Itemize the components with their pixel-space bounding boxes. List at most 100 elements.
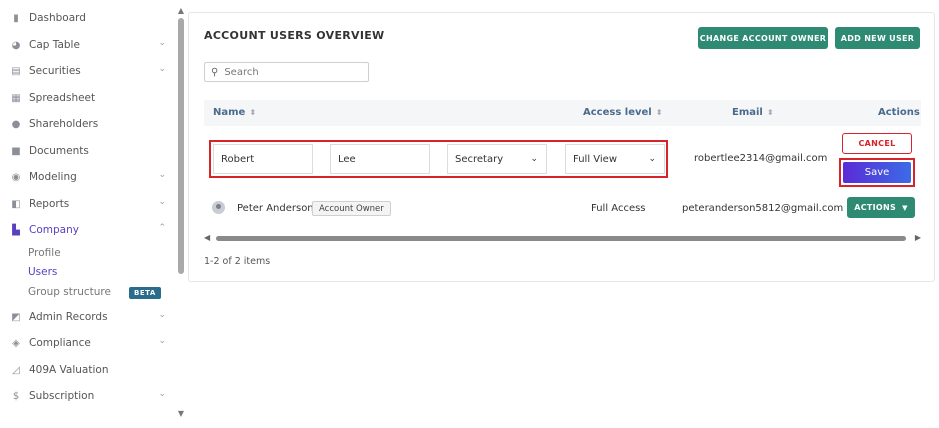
chevron-up-icon: ⌃: [158, 223, 166, 233]
scroll-up-icon[interactable]: ▲: [176, 6, 186, 15]
dollar-icon: $: [12, 390, 20, 402]
add-new-user-button[interactable]: ADD NEW USER: [835, 27, 920, 49]
sidebar-item-label: 409A Valuation: [29, 364, 109, 376]
sidebar-item-label: Cap Table: [29, 39, 80, 51]
lightbulb-icon: ◉: [11, 171, 21, 183]
sidebar-item-label: Company: [29, 224, 79, 236]
sort-icon: ⬍: [766, 108, 774, 117]
chevron-down-icon: ⌄: [158, 38, 166, 48]
chevron-down-icon: ⌄: [158, 389, 166, 399]
sort-icon: ⬍: [249, 108, 257, 117]
chevron-down-icon: ⌄: [158, 336, 166, 346]
last-name-field[interactable]: Lee: [330, 144, 430, 174]
page-title: ACCOUNT USERS OVERVIEW: [204, 29, 385, 42]
actions-label: ACTIONS: [854, 203, 897, 212]
sidebar-item-label: Documents: [29, 145, 89, 157]
column-header-label: Name: [213, 107, 246, 118]
account-users-card: ACCOUNT USERS OVERVIEW CHANGE ACCOUNT OW…: [188, 12, 935, 282]
sidebar-subitem-profile[interactable]: Profile: [28, 247, 61, 259]
sidebar-item-label: Subscription: [29, 390, 95, 402]
sidebar-item-company[interactable]: ▙ Company ⌃: [10, 220, 170, 240]
search-icon: ⚲: [211, 66, 219, 78]
person-icon: ●: [11, 118, 21, 130]
role-select-value: Secretary: [455, 153, 504, 165]
sidebar-item-documents[interactable]: ■ Documents: [10, 141, 170, 161]
scroll-left-icon[interactable]: ◀: [204, 233, 210, 242]
sidebar-item-subscription[interactable]: $ Subscription ⌄: [10, 386, 170, 406]
sidebar: ▮ Dashboard ◕ Cap Table ⌄ ▤ Securities ⌄…: [0, 0, 176, 428]
edit-row-email: robertlee2314@gmail.com: [694, 153, 828, 164]
pie-chart-icon: ◕: [11, 39, 21, 51]
first-name-field[interactable]: Robert: [213, 144, 313, 174]
role-select[interactable]: Secretary ⌄: [447, 144, 547, 174]
caret-down-icon: ▼: [902, 203, 908, 212]
chevron-down-icon: ⌄: [648, 154, 656, 164]
sidebar-item-label: Admin Records: [29, 311, 108, 323]
access-select-value: Full View: [573, 153, 618, 165]
access-level-select[interactable]: Full View ⌄: [565, 144, 665, 174]
chart-icon: ◿: [12, 364, 20, 376]
chevron-down-icon: ⌄: [158, 170, 166, 180]
sidebar-item-reports[interactable]: ◧ Reports ⌄: [10, 194, 170, 214]
sidebar-item-admin-records[interactable]: ◩ Admin Records ⌄: [10, 307, 170, 327]
save-button-highlight: Save: [839, 158, 915, 187]
horizontal-scrollbar[interactable]: ◀ ▶: [204, 233, 921, 243]
user-name: Peter Anderson: [237, 203, 314, 214]
avatar: [212, 201, 225, 214]
sidebar-item-shareholders[interactable]: ● Shareholders: [10, 114, 170, 134]
sidebar-item-modeling[interactable]: ◉ Modeling ⌄: [10, 167, 170, 187]
user-access-level: Full Access: [591, 203, 646, 214]
scrollbar-thumb[interactable]: [178, 18, 184, 274]
sidebar-item-compliance[interactable]: ◈ Compliance ⌄: [10, 333, 170, 353]
chevron-down-icon: ⌄: [158, 64, 166, 74]
scrollbar-thumb[interactable]: [216, 236, 906, 241]
sidebar-item-securities[interactable]: ▤ Securities ⌄: [10, 61, 170, 81]
search-input[interactable]: [224, 66, 355, 78]
chevron-down-icon: ⌄: [158, 310, 166, 320]
column-header-label: Email: [732, 107, 763, 118]
column-header-access-level[interactable]: Access level ⬍: [583, 107, 662, 118]
table-header: Name ⬍ Access level ⬍ Email ⬍ Actions: [204, 100, 921, 126]
column-header-email[interactable]: Email ⬍: [732, 107, 774, 118]
scroll-down-icon[interactable]: ▼: [176, 409, 186, 418]
sidebar-item-label: Reports: [29, 198, 70, 210]
building-icon: ▙: [12, 224, 20, 236]
edit-user-row: Robert Lee Secretary ⌄ Full View ⌄: [209, 140, 668, 178]
chevron-down-icon: ⌄: [530, 154, 538, 164]
sidebar-item-dashboard[interactable]: ▮ Dashboard: [10, 8, 170, 28]
actions-dropdown-button[interactable]: ACTIONS ▼: [847, 197, 915, 218]
sidebar-item-spreadsheet[interactable]: ▦ Spreadsheet: [10, 88, 170, 108]
sidebar-item-label: Compliance: [29, 337, 91, 349]
clipboard-icon: ▤: [11, 65, 21, 77]
column-header-actions: Actions: [878, 107, 920, 118]
sidebar-item-label: Spreadsheet: [29, 92, 96, 104]
scroll-right-icon[interactable]: ▶: [915, 233, 921, 242]
report-icon: ◧: [11, 198, 21, 210]
chevron-down-icon: ⌄: [158, 197, 166, 207]
dashboard-icon: ▮: [13, 12, 19, 24]
sort-icon: ⬍: [655, 108, 663, 117]
sidebar-item-label: Securities: [29, 65, 81, 77]
sidebar-item-409a-valuation[interactable]: ◿ 409A Valuation: [10, 360, 170, 380]
pagination-summary: 1-2 of 2 items: [204, 256, 271, 267]
sidebar-item-label: Modeling: [29, 171, 77, 183]
folder-icon: ■: [11, 145, 21, 157]
sidebar-subitem-users[interactable]: Users: [28, 266, 57, 278]
user-email: peteranderson5812@gmail.com: [682, 203, 844, 214]
change-account-owner-button[interactable]: CHANGE ACCOUNT OWNER: [698, 27, 828, 49]
sidebar-item-label: Shareholders: [29, 118, 99, 130]
sidebar-item-cap-table[interactable]: ◕ Cap Table ⌄: [10, 35, 170, 55]
cancel-button[interactable]: CANCEL: [842, 133, 912, 154]
spreadsheet-icon: ▦: [11, 92, 21, 104]
shield-icon: ◈: [12, 337, 20, 349]
records-icon: ◩: [11, 311, 21, 323]
beta-badge: BETA: [129, 287, 161, 299]
sidebar-item-label: Dashboard: [29, 12, 86, 24]
account-owner-badge: Account Owner: [312, 201, 391, 216]
search-box: ⚲: [204, 62, 369, 82]
vertical-scrollbar[interactable]: ▲ ▼: [176, 6, 186, 418]
column-header-label: Access level: [583, 107, 652, 118]
sidebar-subitem-group-structure[interactable]: Group structure: [28, 286, 111, 298]
save-button[interactable]: Save: [843, 162, 911, 183]
column-header-name[interactable]: Name ⬍: [213, 107, 256, 118]
